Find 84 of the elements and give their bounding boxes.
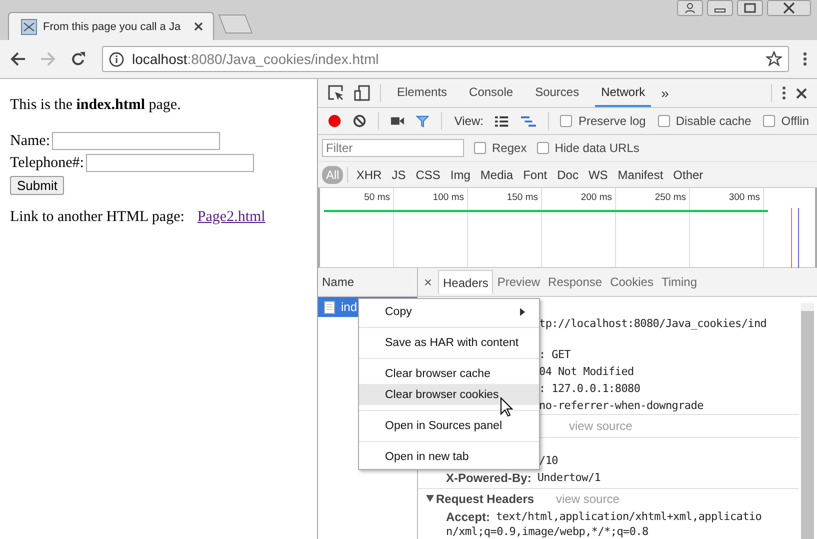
close-icon[interactable] [767,0,811,16]
close-button[interactable]: × [418,274,438,290]
option-checkbox[interactable]: Preserve log [560,114,646,128]
url-text: localhost:8080/Java_cookies/index.html [132,51,380,67]
info-icon [109,52,124,66]
section-title: Request Headers [436,492,534,506]
load-event-line [791,208,792,268]
header-value: n/xml;q=0.9,image/webp,*/*;q=0.8 [446,525,648,538]
expanded-triangle-icon[interactable] [426,495,434,502]
back-icon[interactable] [10,51,26,67]
submenu-arrow-icon [520,308,525,316]
dom-event-line [798,208,799,268]
type-filter[interactable]: XHR [352,166,386,184]
star-icon[interactable] [766,51,782,67]
type-filter[interactable]: Font [519,166,552,184]
address-bar[interactable]: localhost:8080/Java_cookies/index.html [102,46,789,72]
more-tabs[interactable]: » [661,85,669,101]
filter-icon[interactable] [416,114,430,128]
menu-item[interactable]: Clear browser cookies [359,384,539,405]
type-filter[interactable]: Manifest [614,166,668,184]
page-link[interactable]: Page2.html [197,209,266,225]
view-label: View: [454,114,484,128]
input-field[interactable] [52,132,220,150]
devtools-tab[interactable]: Elements [391,79,454,107]
type-filter[interactable]: CSS [412,166,444,184]
record-icon[interactable] [328,114,342,128]
type-filter[interactable]: Img [446,166,474,184]
menu-item[interactable]: Save as HAR with content [359,327,539,353]
kebab-menu-icon[interactable] [782,86,786,100]
type-filter[interactable]: JS [388,166,410,184]
detail-tab[interactable]: Response [544,270,606,294]
header-value: 04 Not Modified [539,365,634,378]
header-value: text/html,application/xhtml+xml,applicatio [496,510,762,523]
mouse-pointer-icon [500,397,513,417]
header-value: tp://localhost:8080/Java_cookies/ind [539,317,767,330]
link-label: Link to another HTML page: [10,209,184,225]
clear-icon[interactable] [353,114,366,128]
header-name: Accept: [446,510,490,524]
field-label: Name: [10,132,50,150]
list-view-icon[interactable] [495,116,509,126]
type-filter[interactable]: Media [476,166,518,184]
detail-tab[interactable]: Preview [493,270,544,294]
type-filter[interactable]: Other [669,166,708,184]
input-field[interactable] [86,154,254,172]
document-icon [324,300,335,314]
device-icon[interactable] [354,85,370,101]
header-value: /10 [539,454,558,467]
reload-icon[interactable] [70,51,86,67]
page-icon [21,18,37,34]
option-checkbox[interactable]: Offlin [763,114,810,128]
header-name: X-Powered-By: [446,470,532,484]
browser-tab[interactable]: From this page you call a Ja [8,12,214,40]
name-column-header: Name [318,268,417,297]
devtools-tab[interactable]: Sources [529,79,586,107]
field-label: Telephone#: [10,154,84,172]
menu-icon[interactable] [803,51,807,67]
scrollbar[interactable] [801,303,814,539]
header-value: Undertow/1 [537,471,601,484]
type-filter[interactable]: WS [584,166,612,184]
option-checkbox[interactable]: Disable cache [658,114,752,128]
detail-tab[interactable]: Timing [657,270,702,294]
type-filter[interactable]: Doc [553,166,582,184]
header-value: no-referrer-when-downgrade [539,399,704,412]
detail-tab[interactable]: Cookies [606,270,658,294]
menu-item[interactable]: Copy [359,301,539,322]
inspect-icon[interactable] [328,85,344,101]
filter-checkbox[interactable]: Hide data URLs [536,141,640,155]
user-icon[interactable] [677,0,703,16]
intro-text: This is the index.html page. [10,97,182,114]
devtools-tab[interactable]: Console [463,79,520,107]
filter-checkbox[interactable]: Regex [474,141,527,155]
close-icon[interactable] [194,22,203,31]
close-icon[interactable] [796,88,807,98]
minimize-icon[interactable] [707,0,733,16]
menu-item[interactable]: Open in new tab [359,441,539,467]
detail-tab[interactable]: Headers [438,270,494,294]
camera-icon[interactable] [391,116,404,126]
devtools-tab[interactable]: Network [595,79,652,107]
filter-field[interactable]: Filter [322,139,464,157]
waterfall-view-icon[interactable] [520,116,536,126]
submit-button[interactable]: Submit [10,176,64,195]
maximize-icon[interactable] [737,0,763,16]
header-value: : 127.0.0.1:8080 [539,382,640,395]
header-value: : GET [539,348,571,361]
